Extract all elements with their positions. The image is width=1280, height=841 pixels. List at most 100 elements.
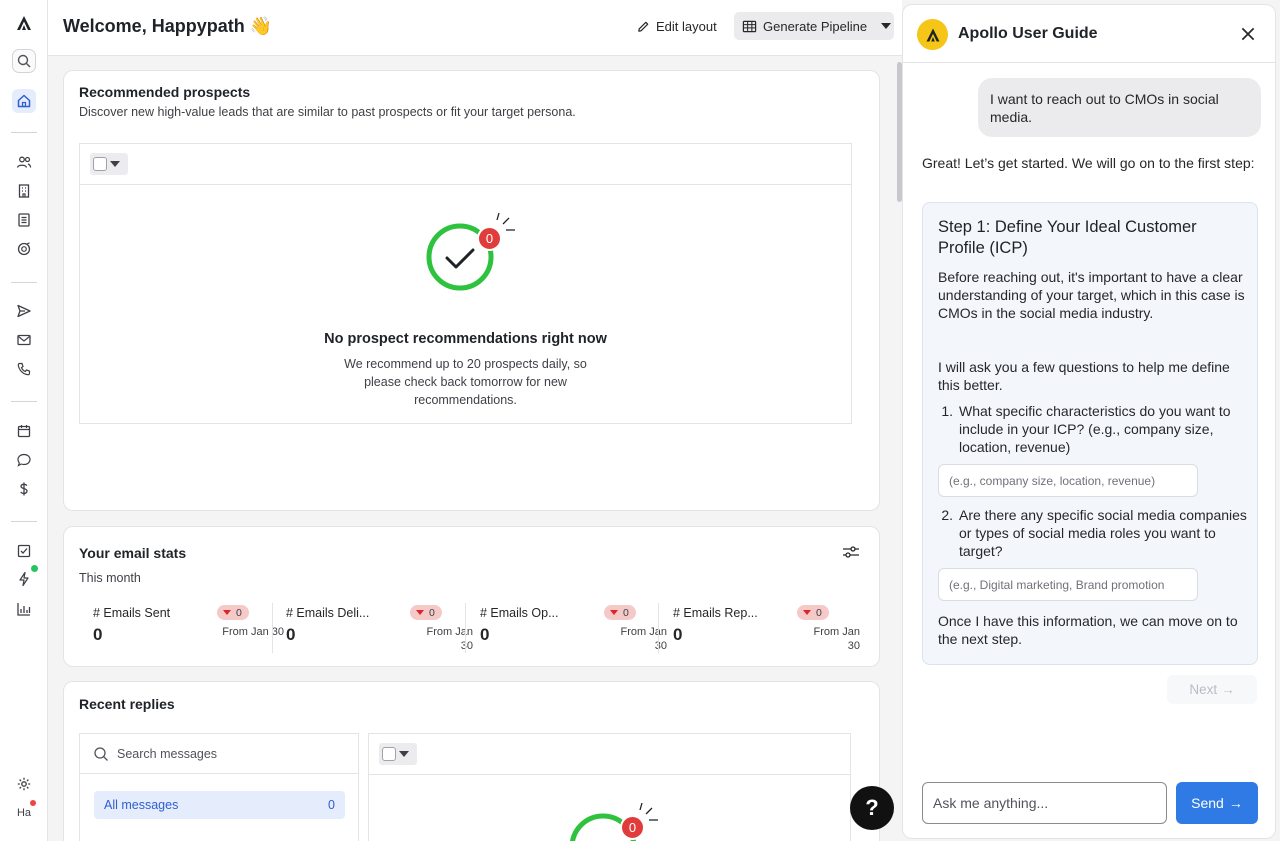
- stat-emails-sent: # Emails Sent 0 0 From Jan 30: [93, 603, 286, 655]
- next-button[interactable]: Next →: [1167, 675, 1257, 704]
- question-item: 2. Are there any specific social media c…: [938, 506, 1248, 560]
- message-filter-panel: Search messages All messages 0: [79, 733, 359, 841]
- people-icon[interactable]: [12, 150, 36, 174]
- all-messages-count: 0: [328, 798, 335, 812]
- stat-label: # Emails Op...: [480, 606, 559, 620]
- generate-pipeline-button[interactable]: Generate Pipeline: [734, 12, 894, 40]
- recent-replies-title: Recent replies: [79, 696, 175, 712]
- from-line: 30: [847, 640, 860, 652]
- from-line: 30: [460, 640, 473, 652]
- stat-value: 0: [286, 625, 296, 644]
- empty-state-title: No prospect recommendations right now: [324, 331, 607, 347]
- chevron-down-icon: [399, 751, 409, 757]
- question-text: What specific characteristics do you wan…: [959, 403, 1231, 455]
- phone-icon[interactable]: [12, 357, 36, 381]
- chart-icon[interactable]: [12, 597, 36, 621]
- email-stats-period: This month: [79, 571, 141, 585]
- stat-label: # Emails Rep...: [673, 606, 758, 620]
- from-line: From Jan: [426, 626, 473, 638]
- down-arrow-icon: [610, 610, 618, 615]
- avatar[interactable]: Ha: [13, 803, 35, 823]
- close-icon[interactable]: [1239, 25, 1257, 43]
- stat-from: From Jan 30: [427, 625, 473, 653]
- email-stats-title: Your email stats: [79, 545, 187, 561]
- pencil-icon: [638, 21, 649, 32]
- help-button[interactable]: ?: [850, 786, 894, 830]
- empty-line: recommendations.: [414, 393, 517, 407]
- divider: [11, 401, 37, 402]
- chevron-down-icon: [110, 161, 120, 167]
- all-messages-filter[interactable]: All messages 0: [94, 791, 345, 819]
- empty-line: We recommend up to 20 prospects daily, s…: [344, 357, 587, 371]
- edit-layout-button[interactable]: Edit layout: [636, 16, 717, 36]
- ask-input[interactable]: Ask me anything...: [922, 782, 1167, 824]
- dollar-icon[interactable]: [12, 477, 36, 501]
- step-card: Step 1: Define Your Ideal Customer Profi…: [922, 202, 1258, 665]
- edit-layout-label: Edit layout: [656, 18, 717, 34]
- assistant-intro: Great! Let’s get started. We will go on …: [922, 155, 1255, 171]
- from-line: From Jan: [813, 626, 860, 638]
- top-header: Welcome, Happypath 👋 Edit layout Generat…: [48, 0, 902, 56]
- home-icon[interactable]: [12, 89, 36, 113]
- calendar-icon[interactable]: [12, 419, 36, 443]
- divider: [11, 282, 37, 283]
- all-messages-label: All messages: [104, 798, 179, 812]
- scrollbar[interactable]: [895, 56, 902, 841]
- recommended-prospects-card: Recommended prospects Discover new high-…: [63, 70, 880, 511]
- stat-from: From Jan 30: [814, 625, 860, 653]
- apollo-logo-icon[interactable]: [12, 11, 36, 35]
- target-roles-input[interactable]: (e.g., Digital marketing, Brand promotio…: [938, 568, 1198, 601]
- down-arrow-icon: [223, 610, 231, 615]
- settings-sliders-icon[interactable]: [842, 544, 860, 560]
- select-all-dropdown[interactable]: [90, 153, 128, 175]
- radar-icon[interactable]: [12, 237, 36, 261]
- delta-value: 0: [429, 606, 435, 619]
- stat-label: # Emails Sent: [93, 606, 171, 620]
- divider: [11, 132, 37, 133]
- from-line: From Jan: [620, 626, 667, 638]
- delta-value: 0: [236, 606, 242, 619]
- delta-badge: 0: [797, 605, 829, 620]
- stat-from: From Jan 30: [222, 625, 284, 639]
- divider: [11, 521, 37, 522]
- send-button[interactable]: Send →: [1176, 782, 1258, 824]
- step-title: Step 1: Define Your Ideal Customer Profi…: [938, 218, 1197, 257]
- prospects-subtitle: Discover new high-value leads that are s…: [79, 105, 576, 119]
- send-icon[interactable]: [12, 299, 36, 323]
- apollo-logo-icon: [917, 19, 948, 50]
- select-all-checkbox[interactable]: [93, 157, 107, 171]
- chat-icon[interactable]: [12, 448, 36, 472]
- step-paragraph: Once I have this information, we can mov…: [938, 613, 1238, 647]
- tasks-icon[interactable]: [12, 539, 36, 563]
- select-all-checkbox[interactable]: [382, 747, 396, 761]
- list-icon[interactable]: [12, 208, 36, 232]
- notification-dot: [30, 800, 36, 806]
- stat-from: From Jan 30: [621, 625, 667, 653]
- question-number: 2.: [941, 507, 953, 523]
- count-badge: 0: [620, 815, 645, 840]
- success-check-icon: [570, 802, 658, 841]
- empty-state-text: We recommend up to 20 prospects daily, s…: [80, 355, 851, 409]
- prospects-list: 0 No prospect recommendations right now …: [79, 143, 852, 424]
- step-paragraph: I will ask you a few questions to help m…: [938, 359, 1230, 393]
- mail-icon[interactable]: [12, 328, 36, 352]
- building-icon[interactable]: [12, 179, 36, 203]
- divider: [272, 603, 273, 653]
- select-all-dropdown[interactable]: [379, 743, 417, 765]
- user-guide-panel: Apollo User Guide I want to reach out to…: [902, 4, 1276, 839]
- search-messages-input[interactable]: Search messages: [80, 734, 358, 774]
- stat-emails-replied: # Emails Rep... 0 0 From Jan 30: [673, 603, 866, 655]
- icp-characteristics-input[interactable]: (e.g., company size, location, revenue): [938, 464, 1198, 497]
- search-icon[interactable]: [12, 49, 36, 73]
- left-sidebar: Ha: [0, 0, 48, 841]
- step-paragraph: Before reaching out, it's important to h…: [938, 269, 1245, 321]
- guide-header: Apollo User Guide: [903, 5, 1275, 63]
- delta-value: 0: [623, 606, 629, 619]
- from-line: 30: [654, 640, 667, 652]
- gear-icon[interactable]: [12, 772, 36, 796]
- page-title: Welcome, Happypath 👋: [63, 16, 273, 36]
- prospects-title: Recommended prospects: [79, 84, 251, 100]
- stat-value: 0: [93, 625, 103, 644]
- list-header: [369, 734, 850, 775]
- empty-line: please check back tomorrow for new: [364, 375, 567, 389]
